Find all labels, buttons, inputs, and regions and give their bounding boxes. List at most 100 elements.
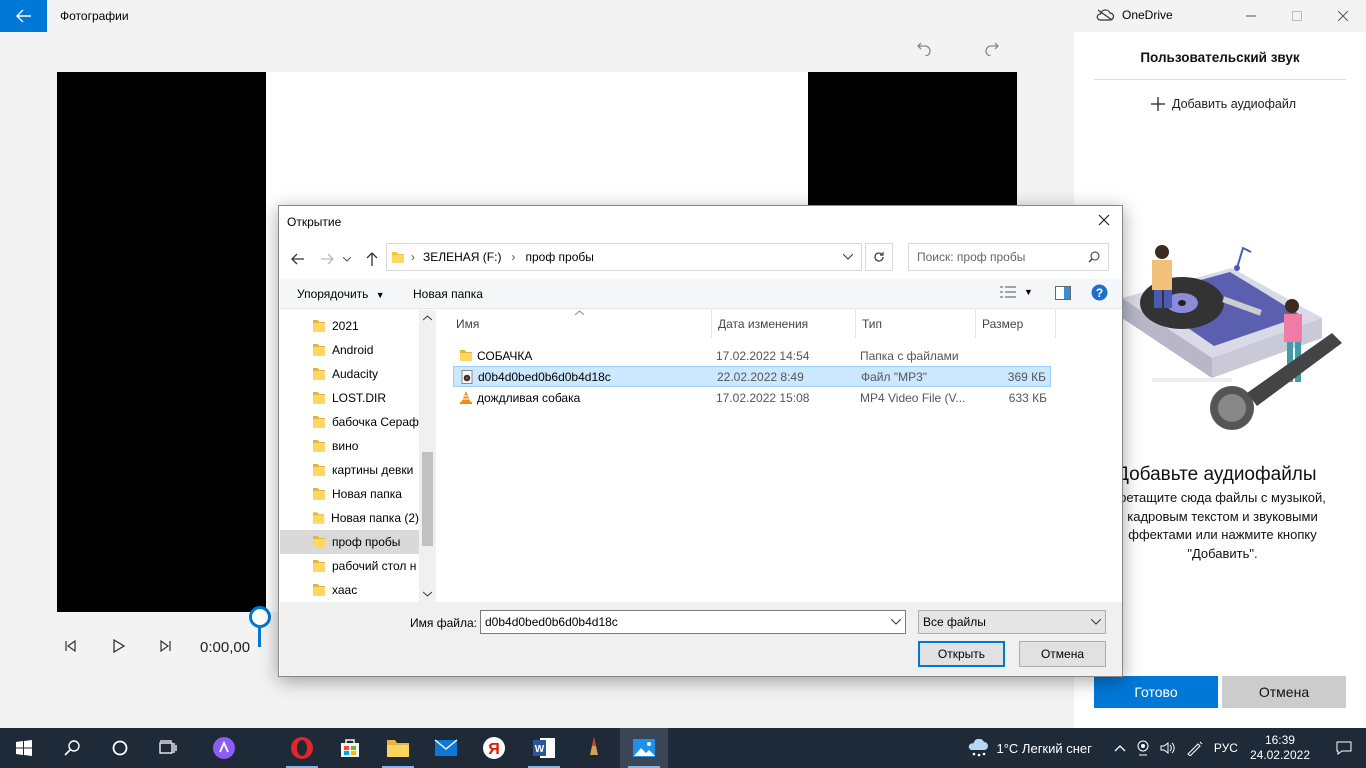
organize-menu[interactable]: Упорядочить ▼ <box>297 287 385 301</box>
windows-icon <box>16 740 32 756</box>
file-row[interactable]: СОБАЧКА 17.02.2022 14:54 Папка с файлами <box>453 345 1051 366</box>
filename-input[interactable]: d0b4d0bed0b6d0b4d18c <box>480 610 906 634</box>
scroll-up-icon[interactable] <box>423 315 432 321</box>
search-taskbar-button[interactable] <box>48 728 96 768</box>
add-audio-button[interactable]: Добавить аудиофайл <box>1150 96 1296 112</box>
scrubber-handle[interactable] <box>249 606 271 628</box>
file-explorer-button[interactable] <box>374 728 422 768</box>
folder-icon <box>313 392 325 404</box>
tree-item[interactable]: бабочка Сераф <box>280 410 419 434</box>
alice-button[interactable] <box>200 728 248 768</box>
yandex-browser-button[interactable]: Я <box>470 728 518 768</box>
tree-item[interactable]: проф пробы <box>280 530 419 554</box>
folder-icon <box>313 344 325 356</box>
column-header-name[interactable]: Имя <box>450 310 712 338</box>
input-language[interactable]: РУС <box>1214 741 1238 755</box>
maximize-button[interactable] <box>1274 0 1320 32</box>
view-options[interactable]: ▼ <box>1000 286 1033 298</box>
notification-icon[interactable] <box>1336 741 1352 755</box>
undo-button[interactable] <box>912 40 936 64</box>
chevron-up-icon[interactable] <box>1114 744 1126 752</box>
tree-item[interactable]: Android <box>280 338 419 362</box>
chevron-down-icon[interactable] <box>843 254 853 260</box>
dialog-close-button[interactable] <box>1092 210 1116 232</box>
address-bar[interactable]: › ЗЕЛЕНАЯ (F:) › проф пробы <box>386 243 862 271</box>
step-back-icon[interactable] <box>60 636 80 656</box>
paint-button[interactable] <box>570 728 618 768</box>
clock[interactable]: 16:39 24.02.2022 <box>1250 733 1310 763</box>
store-button[interactable] <box>326 728 374 768</box>
dialog-cancel-button[interactable]: Отмена <box>1019 641 1106 667</box>
tree-item[interactable]: Новая папка <box>280 482 419 506</box>
mp3-file-icon <box>461 370 473 384</box>
pane-title: Пользовательский звук <box>1140 50 1300 65</box>
minimize-button[interactable] <box>1228 0 1274 32</box>
tree-item[interactable]: Новая папка (2) <box>280 506 419 530</box>
refresh-button[interactable] <box>865 243 893 271</box>
filetype-select[interactable]: Все файлы <box>918 610 1106 634</box>
word-button[interactable]: W <box>520 728 568 768</box>
redo-button[interactable] <box>980 40 1004 64</box>
plus-icon <box>1151 97 1165 111</box>
playback-time: 0:00,00 <box>200 639 251 656</box>
photos-button[interactable] <box>620 728 668 768</box>
opera-button[interactable] <box>278 728 326 768</box>
tree-item-label: вино <box>332 439 359 453</box>
cortana-button[interactable] <box>96 728 144 768</box>
search-box[interactable]: Поиск: проф пробы <box>908 243 1109 271</box>
column-header-date[interactable]: Дата изменения <box>712 310 856 338</box>
tree-item[interactable]: картины девки <box>280 458 419 482</box>
column-header-size[interactable]: Размер <box>976 310 1056 338</box>
tree-scroll-thumb[interactable] <box>422 452 433 546</box>
svg-text:W: W <box>535 744 545 755</box>
tree-item-label: проф пробы <box>332 535 401 549</box>
system-tray: 1°C Легкий снег РУС 16:39 24.02.2022 <box>967 728 1366 768</box>
folder-icon <box>313 584 325 596</box>
folder-icon <box>313 488 325 500</box>
folder-icon <box>313 320 325 332</box>
chevron-down-icon[interactable] <box>891 619 901 625</box>
tree-item-label: хаас <box>332 583 358 597</box>
breadcrumb-folder[interactable]: проф пробы <box>525 250 593 264</box>
nav-back-button[interactable] <box>287 242 309 276</box>
step-forward-icon[interactable] <box>156 636 176 656</box>
folder-tree: 2021 Android Audacity LOST.DIR бабочка Сераф… <box>280 310 435 602</box>
tree-item[interactable]: Audacity <box>280 362 419 386</box>
breadcrumb-drive[interactable]: ЗЕЛЕНАЯ (F:) <box>423 250 501 264</box>
speaker-icon[interactable] <box>1160 741 1176 755</box>
new-folder-button[interactable]: Новая папка <box>413 287 483 301</box>
tree-item[interactable]: 2021 <box>280 314 419 338</box>
search-icon <box>64 740 80 756</box>
task-view-button[interactable] <box>144 728 192 768</box>
open-button[interactable]: Открыть <box>918 641 1005 667</box>
webcam-icon[interactable] <box>1136 740 1150 756</box>
cancel-button[interactable]: Отмена <box>1222 676 1346 708</box>
back-button[interactable] <box>0 0 47 32</box>
weather-text[interactable]: 1°C Легкий снег <box>997 741 1092 756</box>
dialog-footer: Имя файла: d0b4d0bed0b6d0b4d18c Все файл… <box>280 602 1122 676</box>
pen-workspace-icon[interactable] <box>1186 740 1204 756</box>
help-button[interactable]: ? <box>1091 284 1108 304</box>
file-row[interactable]: дождливая собака 17.02.2022 15:08 MP4 Vide… <box>453 387 1051 408</box>
file-row[interactable]: d0b4d0bed0b6d0b4d18c 22.02.2022 8:49 Файл … <box>453 366 1051 387</box>
tree-item[interactable]: вино <box>280 434 419 458</box>
close-button[interactable] <box>1320 0 1366 32</box>
caret-down-icon: ▼ <box>1024 287 1033 297</box>
tree-item-label: картины девки <box>332 463 414 477</box>
onedrive-status[interactable]: OneDrive <box>1096 8 1173 22</box>
scroll-down-icon[interactable] <box>423 591 432 597</box>
tree-item[interactable]: хаас <box>280 578 419 602</box>
column-header-type[interactable]: Тип <box>856 310 976 338</box>
mail-button[interactable] <box>422 728 470 768</box>
nav-forward-button[interactable] <box>316 242 338 276</box>
play-icon[interactable] <box>108 636 128 656</box>
recent-locations-button[interactable] <box>340 242 354 276</box>
done-button[interactable]: Готово <box>1094 676 1218 708</box>
maximize-icon <box>1292 11 1302 21</box>
nav-up-button[interactable] <box>361 242 383 276</box>
tree-item[interactable]: рабочий стол н <box>280 554 419 578</box>
tree-item[interactable]: LOST.DIR <box>280 386 419 410</box>
start-button[interactable] <box>0 728 48 768</box>
preview-pane-button[interactable] <box>1055 286 1071 303</box>
folder-icon <box>392 252 404 263</box>
